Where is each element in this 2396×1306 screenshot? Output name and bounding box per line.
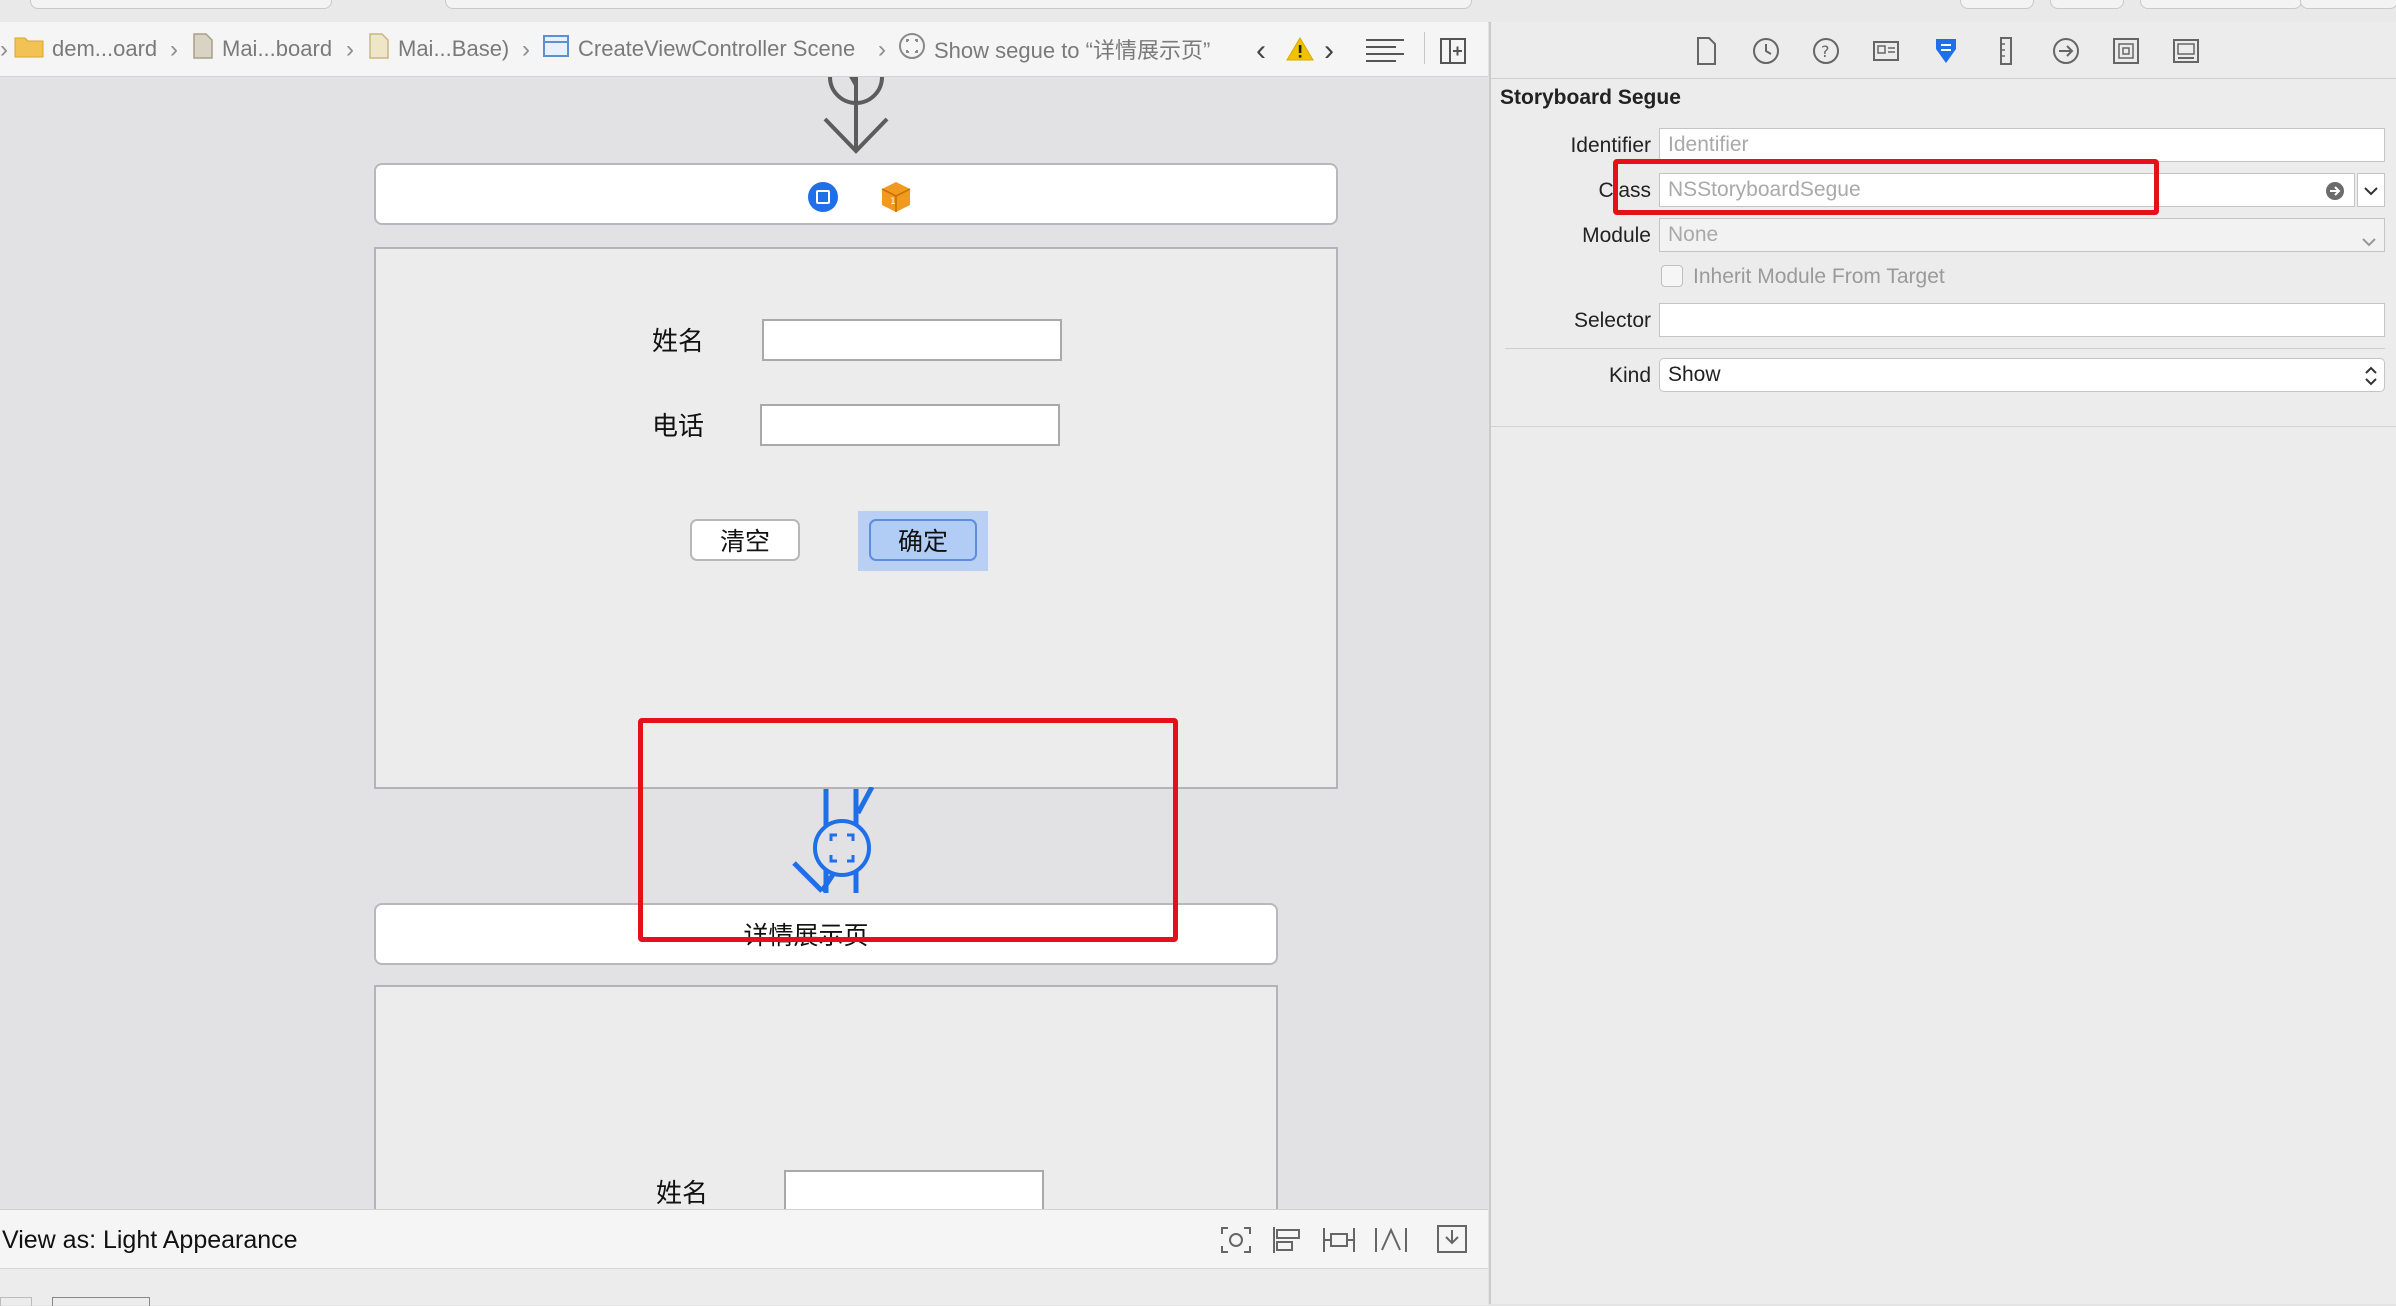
- inspector-tab-bar: ?: [1491, 22, 2396, 79]
- toolbar-segment: [30, 0, 332, 9]
- view-controller-icon[interactable]: [806, 180, 840, 219]
- inspector-section-title: Storyboard Segue: [1500, 86, 1681, 109]
- attributes-inspector-icon[interactable]: [1931, 36, 1961, 66]
- canvas-bottom-bar: View as: Light Appearance: [0, 1209, 1488, 1268]
- align-icon[interactable]: [1272, 1226, 1302, 1259]
- class-dropdown-button[interactable]: [2357, 173, 2385, 207]
- identifier-field[interactable]: Identifier: [1659, 128, 2385, 162]
- confirm-button[interactable]: 确定: [869, 519, 977, 561]
- inherit-module-checkbox[interactable]: [1661, 265, 1683, 287]
- file-inspector-icon[interactable]: [1691, 36, 1721, 66]
- breadcrumb-separator-icon: ›: [346, 36, 354, 63]
- chevron-down-icon: [2362, 229, 2376, 253]
- resolve-layout-issues-icon[interactable]: [1374, 1226, 1408, 1259]
- breadcrumb-item-base-storyboard[interactable]: Mai...Base): [368, 22, 509, 76]
- embed-in-icon[interactable]: [1436, 1224, 1468, 1259]
- debug-filter-field[interactable]: [52, 1297, 150, 1306]
- update-frames-icon[interactable]: [1220, 1226, 1252, 1259]
- inspector-divider: [1491, 426, 2396, 427]
- kind-popup-button[interactable]: Show: [1659, 358, 2385, 392]
- scene-icon: [542, 33, 570, 65]
- connections-inspector-icon[interactable]: [2051, 36, 2081, 66]
- jump-bar: › dem...oard › Mai...board › Mai...Base)…: [0, 22, 1488, 77]
- breadcrumb-item-scene[interactable]: CreateViewController Scene: [542, 22, 855, 76]
- class-label: Class: [1598, 179, 1651, 202]
- chevron-up-down-icon: [2364, 365, 2378, 393]
- segue-icon: [898, 32, 926, 66]
- scene2-name-label: 姓名: [656, 1179, 709, 1209]
- history-inspector-icon[interactable]: [1751, 36, 1781, 66]
- class-navigate-arrow-icon[interactable]: [2324, 180, 2346, 208]
- add-editor-icon[interactable]: [1440, 38, 1466, 69]
- module-label: Module: [1582, 224, 1651, 247]
- storyboard-file-icon: [192, 32, 214, 66]
- identity-inspector-icon[interactable]: [1871, 36, 1901, 66]
- breadcrumb-separator-icon: ›: [522, 36, 530, 63]
- breadcrumb-item-storyboard[interactable]: Mai...board: [192, 22, 332, 76]
- toolbar-segment: [2050, 0, 2124, 9]
- breadcrumb-separator-icon: ›: [170, 36, 178, 63]
- view-effects-inspector-icon[interactable]: [2171, 36, 2201, 66]
- breadcrumb-separator-icon: ›: [0, 36, 8, 63]
- toolbar-segment: [2140, 0, 2302, 9]
- bindings-inspector-icon[interactable]: [2111, 36, 2141, 66]
- module-field[interactable]: None: [1659, 218, 2385, 252]
- debug-toggle[interactable]: [0, 1297, 32, 1306]
- selector-label: Selector: [1573, 309, 1651, 332]
- section-divider: [1505, 348, 2385, 349]
- svg-text:1: 1: [890, 197, 896, 207]
- editor-options-icon[interactable]: [1366, 38, 1404, 67]
- toolbar-segment: [2300, 0, 2396, 9]
- scene2-name-text-field[interactable]: [784, 1170, 1044, 1209]
- name-text-field[interactable]: [762, 319, 1062, 361]
- toolbar-activity-segment: [445, 0, 1472, 9]
- size-inspector-icon[interactable]: [1991, 36, 2021, 66]
- view-as-appearance[interactable]: View as: Light Appearance: [2, 1226, 298, 1255]
- inherit-module-label: Inherit Module From Target: [1693, 265, 1945, 288]
- identifier-label: Identifier: [1570, 134, 1651, 157]
- breadcrumb-separator-icon: ›: [878, 36, 886, 63]
- breadcrumb-item-folder[interactable]: dem...oard: [14, 22, 157, 76]
- folder-icon: [14, 34, 44, 64]
- entry-point-arrow-icon[interactable]: [800, 77, 910, 167]
- chevron-down-icon: [2364, 178, 2378, 202]
- storyboard-file-icon: [368, 32, 390, 66]
- debug-area-strip: [0, 1268, 1488, 1306]
- kind-label: Kind: [1608, 364, 1651, 387]
- name-label: 姓名: [652, 327, 705, 357]
- scene1-title-bar[interactable]: 1: [374, 163, 1338, 225]
- toolbar-segment: [1960, 0, 2034, 9]
- scene2-title: 详情展示页: [743, 921, 869, 950]
- phone-label: 电话: [652, 412, 705, 442]
- class-field[interactable]: NSStoryboardSegue: [1659, 173, 2355, 207]
- phone-text-field[interactable]: [760, 404, 1060, 446]
- clear-button[interactable]: 清空: [690, 519, 800, 561]
- storyboard-canvas[interactable]: 1 姓名 电话 清空 确定 详情展示页 姓名: [0, 77, 1488, 1209]
- toolbar-divider: [1424, 32, 1425, 64]
- selector-field[interactable]: [1659, 303, 2385, 337]
- attributes-inspector: ? Storyboard Segue Identifier Identifier…: [1489, 22, 2396, 1304]
- breadcrumb-item-segue[interactable]: Show segue to “详情展示页”: [898, 22, 1210, 76]
- scene2-title-bar[interactable]: 详情展示页: [374, 903, 1278, 965]
- warning-icon[interactable]: [1286, 36, 1314, 67]
- quick-help-icon[interactable]: ?: [1811, 36, 1841, 66]
- issue-previous-icon[interactable]: ‹: [1256, 34, 1266, 68]
- svg-text:?: ?: [1821, 42, 1830, 61]
- first-responder-cube-icon[interactable]: 1: [880, 180, 912, 219]
- add-constraints-icon[interactable]: [1322, 1226, 1356, 1259]
- window-top-strip: [0, 0, 2396, 23]
- issue-next-icon[interactable]: ›: [1324, 34, 1334, 68]
